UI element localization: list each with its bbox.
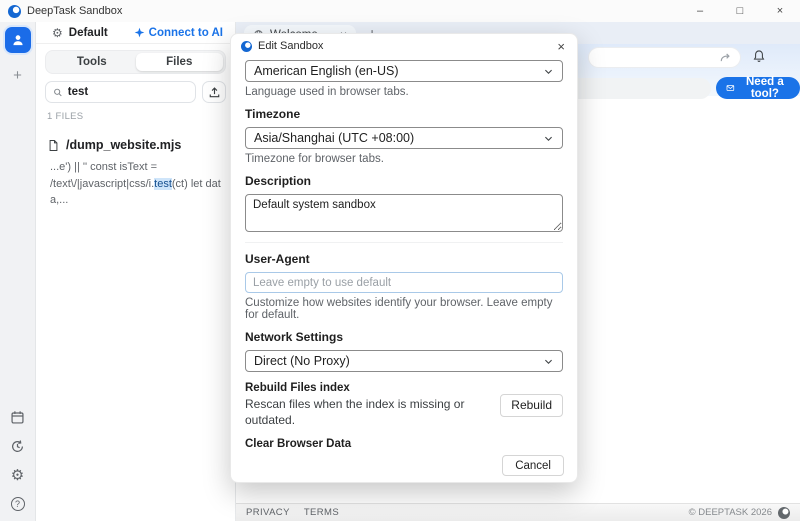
address-bar[interactable] — [588, 47, 741, 68]
rebuild-files-desc: Rescan files when the index is missing o… — [245, 396, 490, 428]
rail-bottom-icons: ⚙ ? — [10, 410, 25, 521]
add-sandbox-button[interactable]: + — [13, 67, 22, 84]
history-icon[interactable] — [10, 439, 25, 454]
clear-browser-data-row: Clear Browser Data Remove all browser hi… — [245, 438, 563, 449]
connect-to-ai-label: Connect to AI — [149, 27, 223, 39]
search-box[interactable] — [45, 81, 196, 103]
files-count: 1 FILES — [47, 111, 224, 122]
footer-copyright-group: © DEEPTASK 2026 — [689, 507, 790, 519]
calendar-icon[interactable] — [10, 410, 25, 425]
snippet-pre: /text\/|javascript|css/i. — [50, 178, 154, 190]
person-icon — [11, 33, 25, 47]
icon-rail: + ⚙ ? — [0, 22, 36, 521]
snippet-line1: ...e') || '' const isText = — [50, 161, 157, 173]
search-input[interactable] — [68, 86, 188, 98]
tab-tools[interactable]: Tools — [48, 53, 136, 71]
file-name: /dump_website.mjs — [66, 138, 181, 152]
maximize-button[interactable]: □ — [720, 0, 760, 22]
deeptask-logo-icon — [8, 5, 21, 18]
user-agent-input[interactable] — [245, 272, 563, 293]
modal-body: American English (en-US) Language used i… — [231, 58, 577, 449]
footer-logo-icon — [778, 507, 790, 519]
bell-icon — [752, 49, 766, 63]
timezone-label: Timezone — [245, 107, 563, 121]
profile-sandbox-button[interactable] — [5, 27, 31, 53]
file-list-item[interactable]: /dump_website.mjs ...e') || '' const isT… — [47, 138, 224, 209]
edit-sandbox-modal: Edit Sandbox × American English (en-US) … — [230, 33, 578, 483]
notifications-button[interactable] — [752, 49, 766, 63]
upload-icon — [208, 86, 221, 99]
timezone-help: Timezone for browser tabs. — [245, 153, 563, 165]
panel-tabs: Tools Files — [45, 50, 226, 74]
window-controls: – □ × — [680, 0, 800, 22]
timezone-select-value: Asia/Shanghai (UTC +08:00) — [254, 131, 414, 145]
connect-to-ai-button[interactable]: Connect to AI — [134, 27, 223, 39]
need-a-tool-button[interactable]: Need a tool? — [716, 77, 800, 99]
search-icon — [53, 87, 63, 98]
settings-icon[interactable]: ⚙ — [11, 468, 24, 483]
tab-files[interactable]: Files — [136, 53, 224, 71]
modal-title: Edit Sandbox — [258, 40, 323, 52]
file-icon — [47, 139, 60, 152]
rebuild-files-row: Rebuild Files index Rescan files when th… — [245, 382, 563, 428]
page-footer: PRIVACY TERMS © DEEPTASK 2026 — [236, 503, 800, 521]
app-title: DeepTask Sandbox — [27, 5, 122, 17]
sandbox-gear-icon[interactable]: ⚙ — [52, 27, 63, 39]
network-settings-label: Network Settings — [245, 330, 563, 344]
cancel-button[interactable]: Cancel — [502, 455, 564, 476]
privacy-link[interactable]: PRIVACY — [246, 507, 290, 518]
close-button[interactable]: × — [760, 0, 800, 22]
clear-browser-data-text: Clear Browser Data Remove all browser hi… — [245, 438, 507, 449]
modal-header: Edit Sandbox × — [231, 34, 577, 58]
language-help: Language used in browser tabs. — [245, 86, 563, 98]
rebuild-button[interactable]: Rebuild — [500, 394, 563, 417]
section-divider — [245, 242, 563, 243]
user-agent-help: Customize how websites identify your bro… — [245, 297, 563, 321]
panel-header: ⚙ Default Connect to AI — [36, 22, 235, 44]
minimize-button[interactable]: – — [680, 0, 720, 22]
chevron-down-icon — [543, 356, 554, 367]
description-textarea[interactable]: Default system sandbox — [245, 194, 563, 232]
network-select-value: Direct (No Proxy) — [254, 354, 350, 368]
snippet-highlight: test — [154, 178, 172, 190]
share-arrow-icon[interactable] — [719, 51, 732, 64]
user-agent-label: User-Agent — [245, 252, 563, 266]
rebuild-files-text: Rebuild Files index Rescan files when th… — [245, 382, 500, 428]
language-select[interactable]: American English (en-US) — [245, 60, 563, 82]
file-snippet: ...e') || '' const isText = /text\/|java… — [50, 159, 224, 209]
clear-browser-data-title: Clear Browser Data — [245, 438, 497, 449]
need-a-tool-label: Need a tool? — [740, 76, 790, 100]
modal-close-icon[interactable]: × — [555, 39, 567, 54]
titlebar: DeepTask Sandbox – □ × — [0, 0, 800, 22]
chevron-down-icon — [543, 66, 554, 77]
terms-link[interactable]: TERMS — [304, 507, 339, 518]
chevron-down-icon — [543, 133, 554, 144]
language-select-value: American English (en-US) — [254, 64, 399, 78]
help-icon[interactable]: ? — [11, 497, 25, 511]
files-panel: ⚙ Default Connect to AI Tools Files 1 FI… — [36, 22, 236, 521]
sandbox-name[interactable]: Default — [69, 27, 108, 39]
prompt-pill[interactable] — [561, 78, 711, 99]
sparkle-icon — [134, 27, 145, 38]
search-row — [45, 81, 226, 103]
modal-footer: Cancel — [231, 449, 577, 482]
network-select[interactable]: Direct (No Proxy) — [245, 350, 563, 372]
mail-icon — [726, 82, 735, 94]
upload-file-button[interactable] — [202, 81, 226, 103]
modal-logo-icon — [241, 41, 252, 52]
description-label: Description — [245, 174, 563, 188]
rebuild-files-title: Rebuild Files index — [245, 382, 490, 394]
timezone-select[interactable]: Asia/Shanghai (UTC +08:00) — [245, 127, 563, 149]
copyright-text: © DEEPTASK 2026 — [689, 507, 772, 518]
